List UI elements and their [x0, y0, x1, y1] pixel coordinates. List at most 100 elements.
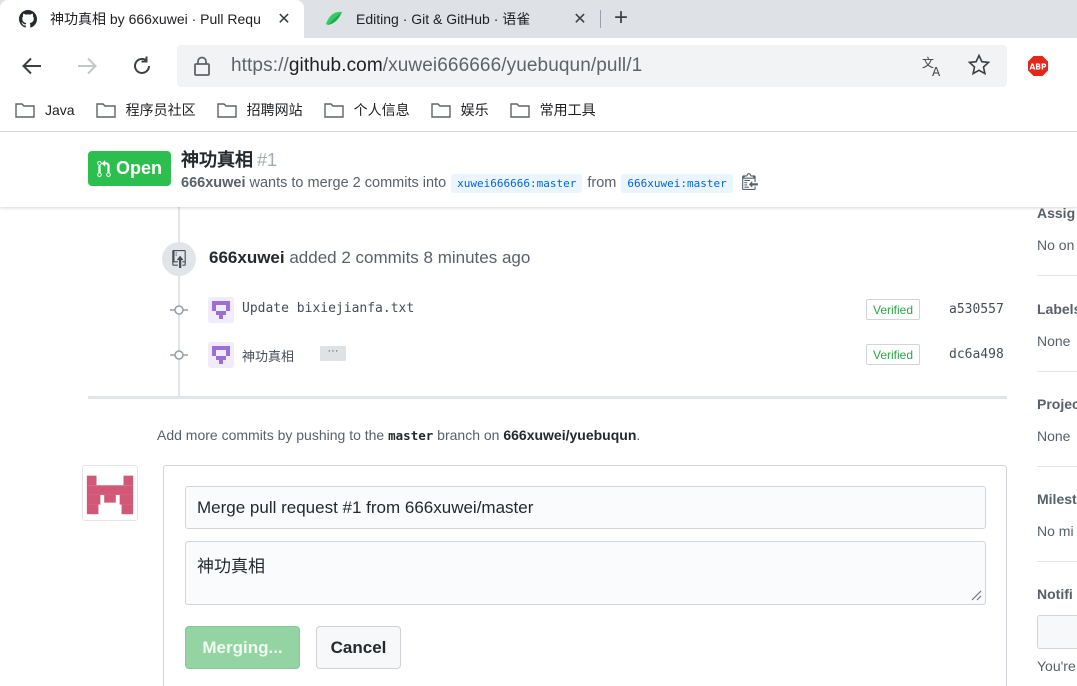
bookmark-common-tools[interactable]: 常用工具: [509, 100, 596, 120]
github-pull-request-page: Open 神功真相 #1 666xuwei wants to merge 2 co…: [0, 132, 1077, 686]
pr-state-badge: Open: [88, 151, 171, 186]
pr-title-text: 神功真相: [181, 150, 253, 170]
translate-icon[interactable]: 文A: [921, 54, 945, 79]
yuque-favicon-icon: [324, 9, 344, 29]
commit-message-link[interactable]: 神功真相: [242, 346, 294, 365]
address-bar[interactable]: https://github.com/xuwei666666/yuebuqun/…: [177, 45, 1007, 87]
pr-meta: 666xuwei wants to merge 2 commits into x…: [181, 172, 758, 194]
tab-title: Editing · Git & GitHub · 语雀: [356, 11, 531, 27]
commit-row: 神功真相 ··· Verified dc6a498: [170, 341, 1010, 369]
sidebar-labels-heading[interactable]: Labels: [1037, 301, 1077, 317]
merge-button[interactable]: Merging...: [185, 626, 300, 669]
bookmark-label: 常用工具: [539, 102, 596, 118]
verified-badge[interactable]: Verified: [866, 299, 920, 320]
repo-push-icon: [162, 242, 196, 276]
tab-close-icon[interactable]: ✕: [274, 9, 294, 29]
sidebar-assignees-heading[interactable]: Assig: [1037, 205, 1075, 221]
url-text[interactable]: https://github.com/xuwei666666/yuebuqun/…: [231, 55, 642, 77]
tab-separator: [600, 10, 601, 28]
forward-button[interactable]: [71, 50, 103, 82]
commit-author-avatar[interactable]: [208, 297, 234, 323]
browser-toolbar: https://github.com/xuwei666666/yuebuqun/…: [0, 38, 1077, 94]
clipboard-copy-icon[interactable]: [741, 172, 758, 194]
browser-tab-bar: 神功真相 by 666xuwei · Pull Requ ✕ Editing ·…: [0, 0, 1077, 38]
bookmark-label: 娱乐: [460, 102, 489, 118]
git-commit-icon: [170, 305, 188, 315]
commit-row: Update bixiejianfa.txt Verified a530557: [170, 296, 1010, 324]
back-arrow-icon: [22, 57, 41, 75]
commit-author-avatar[interactable]: [208, 342, 234, 368]
push-author-link[interactable]: 666xuwei: [209, 248, 285, 267]
folder-icon: [15, 103, 35, 118]
hint-repo-link[interactable]: 666xuwei/yuebuqun: [503, 427, 636, 443]
adblock-plus-icon[interactable]: ABP: [1027, 55, 1049, 77]
folder-icon: [430, 103, 451, 118]
head-branch[interactable]: 666xuwei:master: [621, 173, 733, 193]
merge-commit-title-input[interactable]: Merge pull request #1 from 666xuwei/mast…: [185, 486, 986, 529]
push-more-commits-hint: Add more commits by pushing to the maste…: [157, 427, 640, 443]
tab-github-pull-request[interactable]: 神功真相 by 666xuwei · Pull Requ ✕: [0, 0, 304, 38]
hint-suffix: .: [636, 427, 641, 443]
svg-text:A: A: [932, 65, 941, 78]
merge-commit-message-textarea[interactable]: 神功真相: [185, 541, 986, 605]
tab-close-icon[interactable]: ✕: [570, 9, 590, 29]
forward-arrow-icon: [78, 57, 97, 75]
bookmark-recruitment-sites[interactable]: 招聘网站: [216, 100, 303, 120]
subscribe-button[interactable]: [1037, 615, 1077, 649]
bookmark-label: 个人信息: [353, 102, 410, 118]
folder-icon: [216, 103, 237, 118]
folder-icon: [509, 103, 530, 118]
refresh-button[interactable]: [126, 50, 158, 82]
pr-author-link[interactable]: 666xuwei: [181, 175, 246, 191]
github-favicon-icon: [18, 9, 38, 29]
sidebar-projects-heading[interactable]: Projec: [1037, 396, 1077, 412]
sidebar-projects-value: None: [1037, 428, 1071, 444]
bookmark-personal-info[interactable]: 个人信息: [323, 100, 410, 120]
pr-number: #1: [257, 150, 278, 170]
cancel-button[interactable]: Cancel: [316, 626, 401, 669]
pr-from-text: from: [587, 175, 617, 191]
sidebar-divider: [1037, 275, 1077, 276]
sidebar-milestone-value: No mi: [1037, 523, 1074, 539]
pr-state-label: Open: [115, 158, 162, 178]
expand-commit-button[interactable]: ···: [320, 346, 346, 361]
timeline-divider: [88, 396, 1007, 399]
git-commit-icon: [170, 350, 188, 360]
commit-sha-link[interactable]: dc6a498: [949, 347, 1004, 362]
push-event-description: added 2 commits 8 minutes ago: [289, 248, 531, 267]
bookmarks-bar: Java 程序员社区 招聘网站 个人信息 娱乐 常用工具: [0, 94, 1077, 126]
folder-icon: [95, 103, 116, 118]
lock-icon: [193, 56, 211, 81]
commit-sha-link[interactable]: a530557: [949, 302, 1004, 317]
sidebar-labels-value: None: [1037, 333, 1071, 349]
back-button[interactable]: [16, 50, 48, 82]
bookmark-programmer-community[interactable]: 程序员社区: [95, 100, 196, 120]
folder-icon: [323, 103, 344, 118]
bookmark-java[interactable]: Java: [15, 102, 75, 118]
bookmark-label: Java: [45, 102, 75, 118]
bookmark-star-icon[interactable]: [967, 53, 991, 77]
verified-badge[interactable]: Verified: [866, 344, 920, 365]
bookmark-label: 招聘网站: [246, 102, 303, 118]
sidebar-divider: [1037, 561, 1077, 562]
user-avatar[interactable]: [82, 465, 138, 521]
sidebar-assignees-value: No on: [1037, 237, 1075, 253]
sidebar-milestone-heading[interactable]: Milest: [1037, 491, 1077, 507]
bookmark-entertainment[interactable]: 娱乐: [430, 100, 489, 120]
pr-sticky-header: Open 神功真相 #1 666xuwei wants to merge 2 co…: [0, 132, 1077, 207]
base-branch[interactable]: xuwei666666:master: [451, 173, 583, 193]
tab-title: 神功真相 by 666xuwei · Pull Requ: [50, 11, 261, 27]
new-tab-button[interactable]: +: [606, 5, 636, 33]
pr-merge-text: wants to merge 2 commits into: [249, 175, 447, 191]
sidebar-notifications-heading: Notifi: [1037, 586, 1073, 602]
sidebar-divider: [1037, 466, 1077, 467]
pr-title: 神功真相 #1: [181, 146, 277, 172]
pr-sidebar: Assig No on Labels None Projec None Mile…: [1037, 192, 1077, 686]
commit-message-link[interactable]: Update bixiejianfa.txt: [242, 301, 414, 316]
bookmark-label: 程序员社区: [125, 102, 196, 118]
tab-yuque-editing[interactable]: Editing · Git & GitHub · 语雀 ✕: [306, 0, 600, 38]
resize-grip-icon: [971, 590, 982, 601]
git-pull-request-icon: [97, 159, 111, 177]
sidebar-notifications-note: You're: [1037, 658, 1076, 674]
sidebar-divider: [1037, 371, 1077, 372]
